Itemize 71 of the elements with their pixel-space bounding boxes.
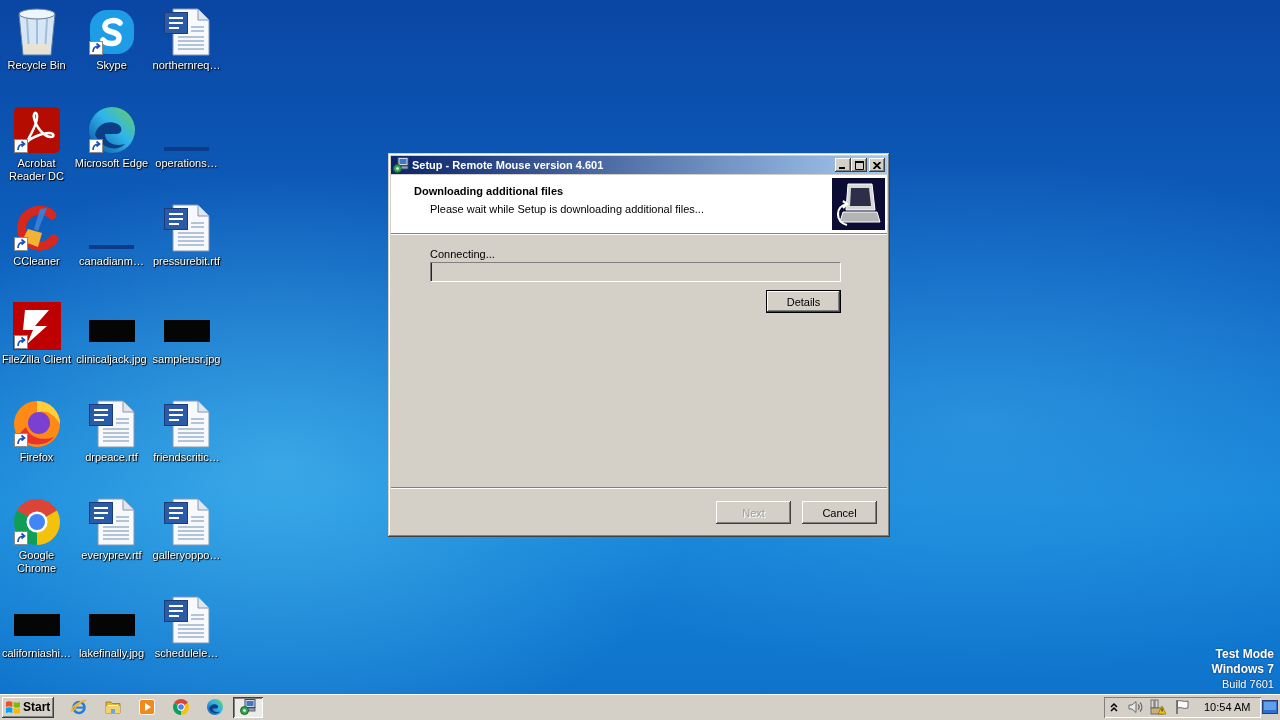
edge-icon[interactable] [207,699,223,715]
desktop-icon[interactable]: Microsoft Edge [74,101,149,170]
edge-icon [88,107,135,153]
desktop-icon[interactable]: Skype [74,3,149,72]
recycle-bin-icon [16,8,57,56]
desktop-icon[interactable]: sampleusr.jpg [149,297,224,366]
desktop-icon[interactable]: clinicaljack.jpg [74,297,149,366]
word-document-icon [163,204,210,252]
maximize-icon [854,160,864,170]
minimize-button[interactable] [835,158,851,172]
windows-edition-label: Windows 7 [1211,662,1274,677]
desktop-icon[interactable]: CCleaner [0,199,74,268]
details-button[interactable]: Details [766,290,841,313]
desktop-icon[interactable]: Recycle Bin [0,3,74,72]
status-text: Connecting... [430,247,496,261]
taskbar-button[interactable] [233,696,263,718]
image-thumbnail-icon [88,614,135,636]
clock[interactable]: 10:54 AM [1204,701,1251,713]
skype-icon [89,10,134,54]
word-document-icon [88,400,135,448]
test-mode-label: Test Mode [1214,647,1274,662]
image-thumbnail-icon [164,147,209,151]
desktop-icon[interactable]: galleryoppo… [149,493,224,562]
desktop-icon[interactable]: FileZilla Client [0,297,74,366]
setup-icon [240,699,256,715]
image-thumbnail-icon [89,245,134,249]
desktop-icon[interactable]: drpeace.rtf [74,395,149,464]
desktop-icon[interactable]: lakefinally.jpg [74,591,149,660]
word-document-icon [163,498,210,546]
close-button[interactable] [869,158,885,172]
wizard-button[interactable]: Cancel [802,501,877,524]
filezilla-icon [12,302,61,350]
image-thumbnail-icon [163,320,210,342]
desktop-icon[interactable]: Firefox [0,395,74,464]
close-icon [873,161,881,169]
page-description: Please wait while Setup is downloading additional files... [430,202,705,216]
chrome-icon [13,499,60,545]
network-warning-icon[interactable] [1150,699,1166,715]
image-thumbnail-icon [88,320,135,342]
window-title: Setup - Remote Mouse version 4.601 [412,159,605,171]
desktop-icon[interactable]: pressurebit.rtf [149,199,224,268]
start-button[interactable]: Start [2,696,54,718]
chrome-icon[interactable] [173,699,189,715]
desktop-icon[interactable]: Google Chrome [0,493,74,575]
speaker-icon[interactable] [1127,699,1143,715]
folder-icon[interactable] [105,699,121,715]
build-number-label: Build 7601 [1221,677,1274,692]
show-desktop-icon[interactable] [1262,700,1278,714]
word-document-icon [163,596,210,644]
desktop-icon[interactable]: operations… [149,101,224,170]
desktop-icon[interactable]: schedulele… [149,591,224,660]
acrobat-icon [13,107,60,153]
desktop-icon[interactable]: everyprev.rtf [74,493,149,562]
image-thumbnail-icon [13,614,60,636]
minimize-icon [839,167,845,169]
windows-flag-icon [5,699,21,715]
internet-explorer-icon[interactable] [71,699,87,715]
setup-icon [393,157,409,173]
desktop-icon[interactable]: canadianm… [74,199,149,268]
desktop-icon[interactable]: friendscritic… [149,395,224,464]
word-document-icon [163,400,210,448]
page-heading: Downloading additional files [414,184,565,198]
desktop-icon[interactable]: californiashi… [0,591,74,660]
word-document-icon [163,8,210,56]
maximize-button[interactable] [851,158,867,172]
desktop-icon[interactable]: northernreq… [149,3,224,72]
firefox-icon [13,401,60,447]
flag-icon[interactable] [1174,699,1190,715]
show-hidden-icons-icon[interactable] [1110,702,1118,712]
word-document-icon [88,498,135,546]
desktop-icon[interactable]: Acrobat Reader DC [0,101,74,183]
